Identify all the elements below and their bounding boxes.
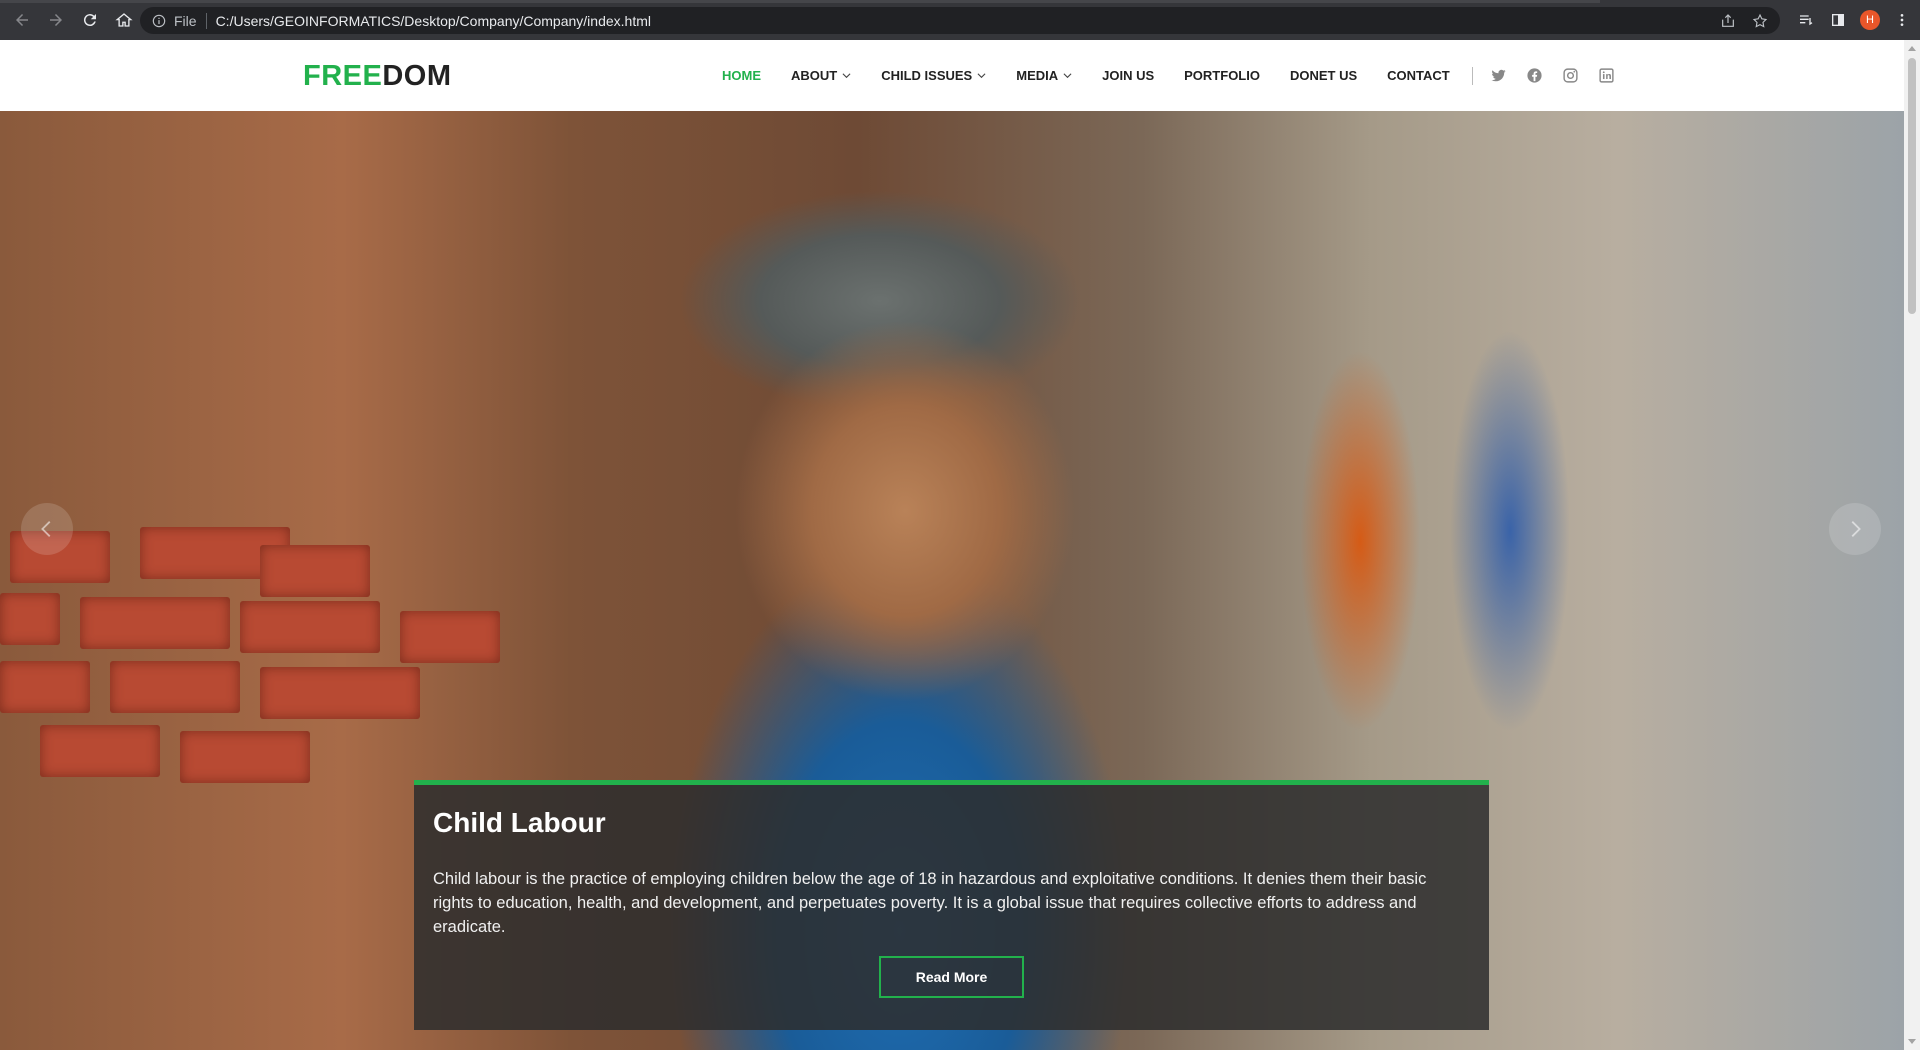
profile-avatar[interactable]: H [1860, 10, 1880, 30]
logo-part-free: FREE [303, 60, 383, 92]
info-icon[interactable] [152, 14, 166, 28]
browser-toolbar: File C:/Users/GEOINFORMATICS/Desktop/Com… [0, 0, 1920, 40]
nav-contact[interactable]: CONTACT [1387, 68, 1450, 83]
forward-button[interactable] [40, 4, 72, 36]
linkedin-icon[interactable] [1597, 66, 1617, 86]
nav-media-label: MEDIA [1016, 68, 1059, 83]
back-button[interactable] [6, 4, 38, 36]
instagram-icon[interactable] [1561, 66, 1581, 86]
site-header: FREEDOM HOME ABOUT CHILD ISSUES MEDIA JO… [0, 40, 1904, 111]
chevron-down-icon [1063, 73, 1072, 79]
nav-home[interactable]: HOME [722, 68, 761, 83]
page-viewport: FREEDOM HOME ABOUT CHILD ISSUES MEDIA JO… [0, 40, 1904, 1050]
scrollbar-thumb[interactable] [1908, 58, 1916, 314]
twitter-icon[interactable] [1489, 66, 1509, 86]
chevron-left-icon [41, 521, 51, 537]
logo-part-dom: DOM [382, 60, 452, 92]
brick-shape [180, 731, 310, 783]
url-text[interactable]: C:/Users/GEOINFORMATICS/Desktop/Company/… [216, 13, 651, 29]
brick-shape [0, 661, 90, 713]
nav-child-issues[interactable]: CHILD ISSUES [881, 68, 986, 83]
reload-button[interactable] [74, 4, 106, 36]
hero-carousel: Child Labour Child labour is the practic… [0, 111, 1904, 1050]
nav-child-issues-label: CHILD ISSUES [881, 68, 973, 83]
scheme-label: File [174, 12, 197, 29]
nav-join-us[interactable]: JOIN US [1102, 68, 1154, 83]
bookmark-star-icon[interactable] [1744, 13, 1776, 29]
brick-shape [400, 611, 500, 663]
brick-shape [40, 725, 160, 777]
page-scrollbar[interactable] [1904, 40, 1920, 1050]
chevron-down-icon [842, 73, 851, 79]
home-icon [115, 13, 133, 27]
brick-shape [110, 661, 240, 713]
arrow-left-icon [16, 14, 28, 26]
nav-about[interactable]: ABOUT [791, 68, 851, 83]
arrow-right-icon [50, 14, 62, 26]
nav-portfolio[interactable]: PORTFOLIO [1184, 68, 1260, 83]
share-icon[interactable] [1712, 13, 1744, 29]
nav-media[interactable]: MEDIA [1016, 68, 1072, 83]
facebook-icon[interactable] [1525, 66, 1545, 86]
scroll-down-arrow[interactable] [1908, 1039, 1916, 1044]
tab-strip-edge [0, 0, 1600, 3]
chevron-right-icon [1851, 521, 1861, 537]
nav-donet-us[interactable]: DONET US [1290, 68, 1357, 83]
brick-shape [80, 597, 230, 649]
social-links [1489, 66, 1633, 86]
nav-about-label: ABOUT [791, 68, 838, 83]
main-nav: HOME ABOUT CHILD ISSUES MEDIA JOIN US PO… [722, 40, 1633, 111]
omnibox-separator [205, 12, 207, 29]
reading-list-icon[interactable] [1790, 4, 1822, 36]
brick-shape [240, 601, 380, 653]
brick-shape [0, 593, 60, 645]
toolbar-right: H [1790, 0, 1920, 40]
hero-description: Child labour is the practice of employin… [433, 870, 1427, 936]
chevron-down-icon [977, 73, 986, 79]
side-panel-icon[interactable] [1822, 4, 1854, 36]
more-menu-icon[interactable] [1886, 4, 1918, 36]
home-button[interactable] [108, 4, 140, 36]
reload-icon [83, 14, 96, 27]
address-bar[interactable]: File C:/Users/GEOINFORMATICS/Desktop/Com… [140, 7, 1780, 34]
brick-shape [260, 667, 420, 719]
brick-shape [260, 545, 370, 597]
site-logo[interactable]: FREEDOM [303, 60, 452, 93]
scroll-up-arrow[interactable] [1908, 46, 1916, 51]
read-more-button[interactable]: Read More [879, 956, 1024, 998]
hero-title: Child Labour [433, 807, 606, 838]
nav-divider [1471, 66, 1473, 85]
carousel-prev-button[interactable] [21, 503, 73, 555]
carousel-next-button[interactable] [1829, 503, 1881, 555]
hero-caption: Child Labour Child labour is the practic… [414, 780, 1489, 1030]
